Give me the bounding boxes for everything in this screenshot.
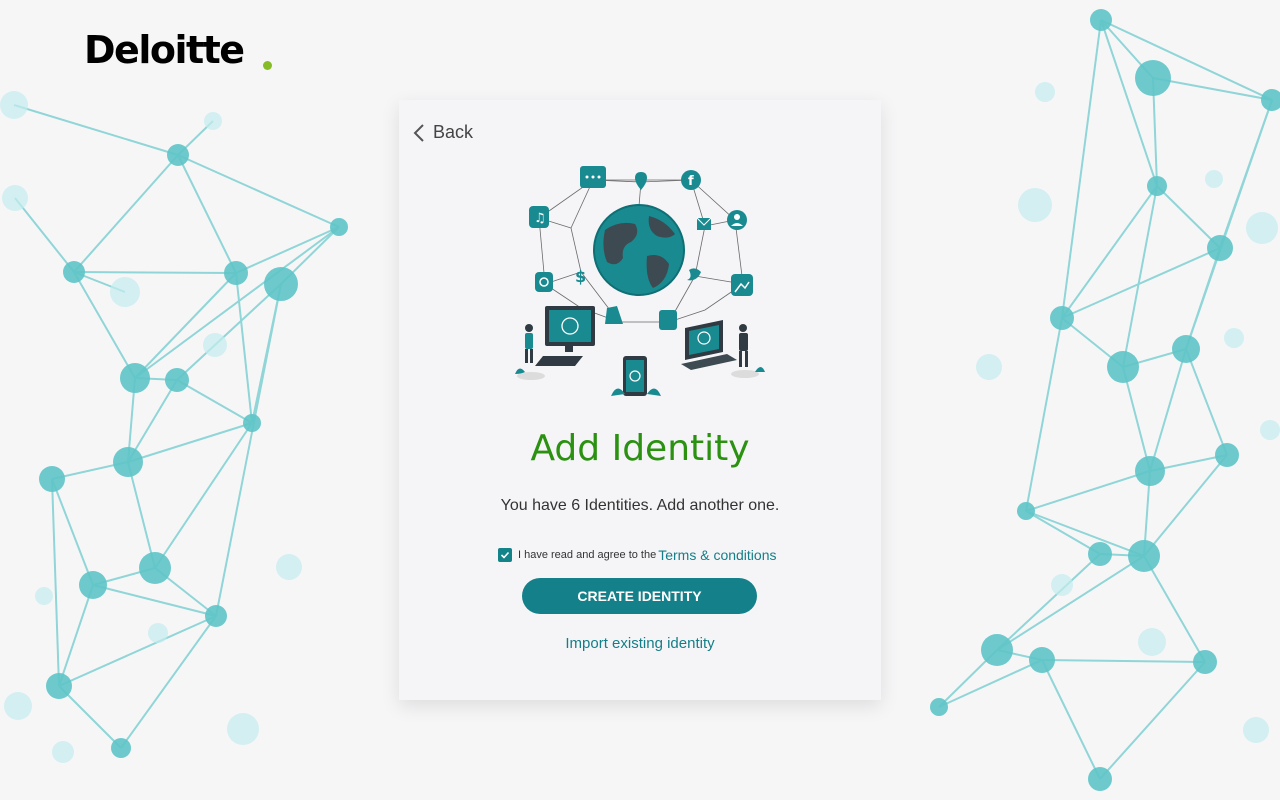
network-node [46,673,72,699]
logo-dot [263,61,272,70]
network-node [2,185,28,211]
network-node [1261,89,1280,111]
import-identity-link[interactable]: Import existing identity [399,635,881,652]
network-node [139,552,171,584]
identity-network-illustration: f ♫ $ [515,166,765,396]
terms-link[interactable]: Terms & conditions [658,547,776,563]
network-node [276,554,302,580]
network-node [205,605,227,627]
checkmark-icon [500,551,510,559]
identity-count-text: You have 6 Identities. Add another one. [500,497,780,514]
network-node [1088,767,1112,791]
network-node [981,634,1013,666]
network-node [1215,443,1239,467]
network-node [39,466,65,492]
instagram-icon [535,272,553,292]
network-node [1207,235,1233,261]
dollar-icon: $ [575,267,586,286]
network-node [120,363,150,393]
woman-figure [515,324,545,380]
network-node [111,738,131,758]
network-node [224,261,248,285]
network-node [1029,647,1055,673]
network-node [1050,306,1074,330]
network-node [976,354,1002,380]
network-node [1018,188,1052,222]
desktop-monitor-illustration [535,306,595,366]
network-node [52,741,74,763]
network-node [148,623,168,643]
network-node [1246,212,1278,244]
create-identity-button[interactable]: CREATE IDENTITY [522,578,757,614]
network-node [930,698,948,716]
page-title: Add Identity [530,428,750,469]
deloitte-logo: Deloitte [84,28,245,72]
network-node [243,414,261,432]
network-node [203,333,227,357]
network-node [227,713,259,745]
network-node [35,587,53,605]
phone-illustration [611,356,661,396]
mail-icon [696,217,712,230]
network-node [0,91,28,119]
network-node [110,277,140,307]
back-button[interactable]: Back [413,122,473,143]
agree-checkbox[interactable] [498,548,512,562]
network-node [4,692,32,720]
man-figure [731,324,765,378]
network-node [1243,717,1269,743]
network-node [264,267,298,301]
network-node [1088,542,1112,566]
network-node [330,218,348,236]
svg-text:f: f [688,174,694,189]
network-node [1128,540,1160,572]
svg-text:$: $ [575,267,586,286]
back-label: Back [433,122,474,142]
image-icon [731,274,753,296]
network-node [79,571,107,599]
network-node [1035,82,1055,102]
network-node [1224,328,1244,348]
network-node [1172,335,1200,363]
network-node [204,112,222,130]
agree-text: I have read and agree to the [518,549,657,561]
laptop-illustration [681,320,737,370]
user-icon [727,210,747,230]
network-node [113,447,143,477]
twitter-icon [687,268,701,281]
thumbs-up-icon [659,310,677,330]
network-node [1147,176,1167,196]
location-pin-icon [635,172,647,190]
network-node [1135,60,1171,96]
network-node [1051,574,1073,596]
chevron-left-icon [413,123,424,142]
network-node [1135,456,1165,486]
facebook-icon: f [681,170,701,190]
terms-agreement: I have read and agree to the Terms & con… [498,547,777,563]
network-node [1260,420,1280,440]
music-icon: ♫ [529,206,549,228]
network-node [165,368,189,392]
cone-icon [605,306,623,324]
network-node [1205,170,1223,188]
network-node [1017,502,1035,520]
network-node [1107,351,1139,383]
network-node [1138,628,1166,656]
identity-card: Back f ♫ $ Add Identity You have 6 Ident… [399,100,881,700]
network-node [167,144,189,166]
network-node [1193,650,1217,674]
network-node [63,261,85,283]
chat-icon [580,166,606,188]
svg-text:♫: ♫ [534,211,546,226]
network-node [1090,9,1112,31]
